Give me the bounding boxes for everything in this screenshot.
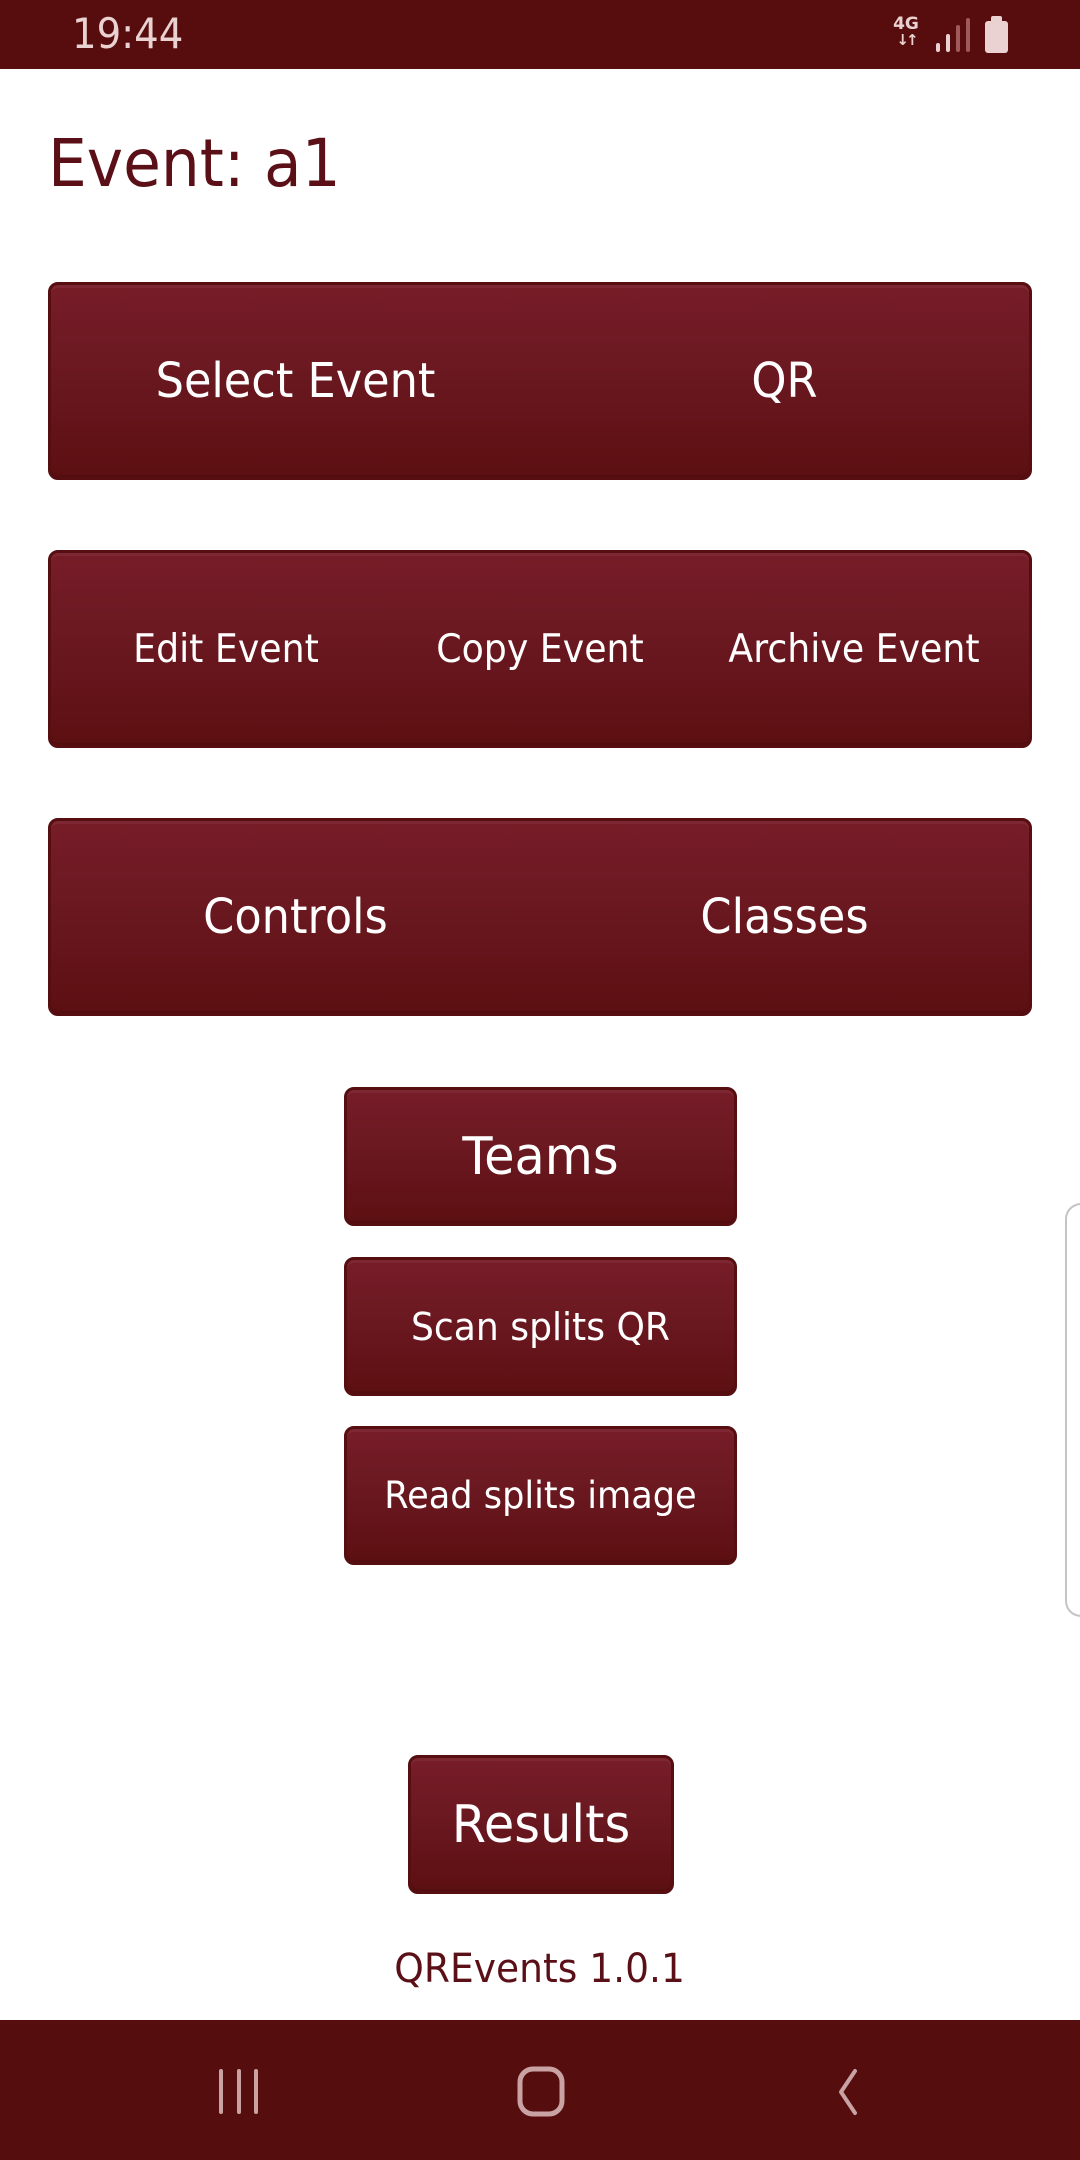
controls-classes-button-row: Controls Classes: [48, 818, 1032, 1016]
scan-splits-qr-label: Scan splits QR: [411, 1304, 670, 1349]
back-button[interactable]: [763, 2020, 923, 2160]
signal-bar: [936, 43, 940, 52]
qr-button[interactable]: QR: [557, 353, 1012, 409]
results-button[interactable]: Results: [408, 1755, 674, 1894]
signal-bar: [956, 25, 960, 52]
signal-bar: [966, 18, 970, 52]
edit-event-button[interactable]: Edit Event: [80, 627, 372, 672]
select-event-button[interactable]: Select Event: [68, 353, 523, 409]
navigation-bar: [0, 2020, 1080, 2160]
recent-apps-button[interactable]: [159, 2020, 319, 2160]
home-icon: [517, 2066, 565, 2117]
signal-strength-icon: [936, 18, 970, 52]
data-arrows-icon: ↓↑: [896, 31, 918, 49]
read-splits-image-button[interactable]: Read splits image: [344, 1426, 737, 1565]
home-button[interactable]: [461, 2020, 621, 2160]
status-bar: 19:44 4G ↓↑: [0, 0, 1080, 69]
archive-event-button[interactable]: Archive Event: [708, 627, 1000, 672]
results-button-label: Results: [451, 1794, 631, 1855]
edge-panel-handle[interactable]: [1065, 1203, 1080, 1617]
app-version: QREvents 1.0.1: [0, 1944, 1080, 1994]
read-splits-image-label: Read splits image: [384, 1474, 697, 1517]
scan-splits-qr-button[interactable]: Scan splits QR: [344, 1257, 737, 1396]
copy-event-button[interactable]: Copy Event: [394, 627, 686, 672]
recent-apps-icon: [219, 2069, 258, 2114]
classes-button[interactable]: Classes: [557, 889, 1012, 945]
page-title: Event: a1: [48, 125, 341, 202]
select-event-qr-button-row: Select Event QR: [48, 282, 1032, 480]
controls-button[interactable]: Controls: [68, 889, 523, 945]
signal-bar: [946, 34, 950, 52]
teams-button[interactable]: Teams: [344, 1087, 737, 1226]
app-version-text: QREvents 1.0.1: [394, 1946, 686, 1992]
battery-icon: [985, 16, 1008, 53]
event-actions-button-row: Edit Event Copy Event Archive Event: [48, 550, 1032, 748]
teams-button-label: Teams: [462, 1126, 619, 1187]
status-time: 19:44: [72, 9, 184, 58]
back-icon: [839, 2069, 857, 2115]
